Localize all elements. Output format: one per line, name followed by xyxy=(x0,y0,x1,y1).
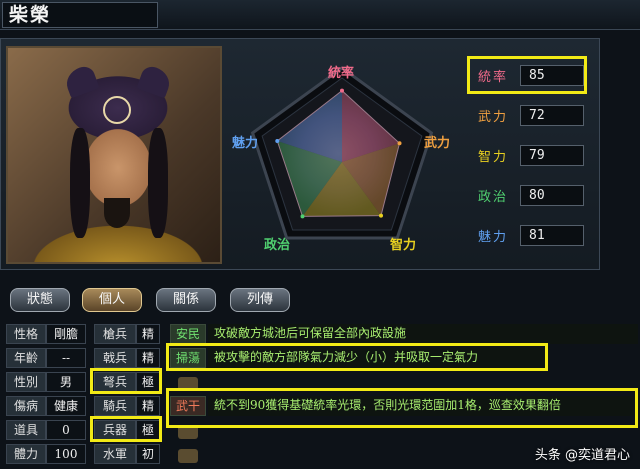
profile-label: 道具 xyxy=(6,420,46,440)
troop-rank: 初 xyxy=(136,444,160,464)
radar-label-charm: 魅力 xyxy=(232,136,259,151)
troop-label: 槍兵 xyxy=(94,324,136,344)
radar-point-2 xyxy=(379,213,384,218)
troop-label: 戟兵 xyxy=(94,348,136,368)
stat-label: 統率 xyxy=(478,70,509,85)
portrait-hat-left xyxy=(62,63,100,99)
radar-label-leadership: 統率 xyxy=(328,66,355,81)
skill-description: 統不到90獲得基礎統率光環，否則光環范圍加1格，巡查效果翻倍 xyxy=(208,396,634,416)
skill-name[interactable]: 掃蕩 xyxy=(170,348,206,368)
portrait-hat-ornament xyxy=(103,96,131,124)
portrait-hair-right xyxy=(148,128,168,238)
profile-label: 性格 xyxy=(6,324,46,344)
profile-value: 剛膽 xyxy=(46,324,86,344)
character-portrait xyxy=(6,46,222,264)
stat-value: 85 xyxy=(520,65,584,86)
portrait-hair-left xyxy=(70,128,90,238)
empty-skill-slot xyxy=(178,425,198,439)
skill-name[interactable]: 安民 xyxy=(170,324,206,344)
radar-label-intelligence: 智力 xyxy=(390,238,417,253)
empty-skill-slot xyxy=(178,449,198,463)
stat-row-politics: 政治 80 xyxy=(472,184,590,208)
radar-point-4 xyxy=(275,138,280,143)
troop-rank: 極 xyxy=(136,372,160,392)
troop-rank: 精 xyxy=(136,324,160,344)
stat-value: 72 xyxy=(520,105,584,126)
radar-point-0 xyxy=(340,88,344,93)
radar-point-3 xyxy=(300,214,305,219)
tab-biography[interactable]: 列傳 xyxy=(230,288,290,312)
profile-label: 傷病 xyxy=(6,396,46,416)
watermark: 头条 @奕道君心 xyxy=(534,448,630,463)
stat-label: 武力 xyxy=(478,110,509,125)
tab-relations[interactable]: 關係 xyxy=(156,288,216,312)
portrait-beard xyxy=(104,198,130,228)
stat-row-intelligence: 智力 79 xyxy=(472,144,590,168)
profile-value: 0 xyxy=(46,420,86,440)
skill-name[interactable]: 武干 xyxy=(170,396,206,416)
radar-label-politics: 政治 xyxy=(264,238,291,253)
stat-label: 智力 xyxy=(478,150,509,165)
stat-row-charm: 魅力 81 xyxy=(472,224,590,248)
troop-rank: 極 xyxy=(136,420,160,440)
stat-value: 80 xyxy=(520,185,584,206)
profile-label: 體力 xyxy=(6,444,46,464)
stat-label: 魅力 xyxy=(478,230,509,245)
portrait-hat-right xyxy=(136,63,174,99)
stat-row-war: 武力 72 xyxy=(472,104,590,128)
tab-status[interactable]: 狀態 xyxy=(10,288,70,312)
empty-skill-slot xyxy=(178,377,198,391)
radar-label-war: 武力 xyxy=(424,136,451,151)
profile-value: 男 xyxy=(46,372,86,392)
stat-label: 政治 xyxy=(478,190,509,205)
skill-description: 被攻擊的敵方部隊氣力減少（小）并吸取一定氣力 xyxy=(208,348,546,368)
troop-label: 水軍 xyxy=(94,444,136,464)
stat-row-leadership: 統率 85 xyxy=(472,64,590,88)
profile-label: 性別 xyxy=(6,372,46,392)
skill-description: 攻破敵方城池后可保留全部內政設施 xyxy=(208,324,638,344)
troop-rank: 精 xyxy=(136,396,160,416)
profile-value: 健康 xyxy=(46,396,86,416)
profile-value: -- xyxy=(46,348,86,368)
tab-personal[interactable]: 個人 xyxy=(82,288,142,312)
troop-label: 兵器 xyxy=(94,420,136,440)
troop-label: 騎兵 xyxy=(94,396,136,416)
stat-value: 79 xyxy=(520,145,584,166)
profile-label: 年齡 xyxy=(6,348,46,368)
troop-label: 弩兵 xyxy=(94,372,136,392)
profile-value: 100 xyxy=(46,444,86,464)
radar-point-1 xyxy=(397,141,402,146)
stat-radar-chart: 統率 武力 智力 政治 魅力 xyxy=(224,46,460,266)
troop-rank: 精 xyxy=(136,348,160,368)
tab-bar: 狀態 個人 關係 列傳 xyxy=(0,288,640,314)
stats-column: 統率 85 武力 72 智力 79 政治 80 魅力 81 xyxy=(462,44,596,266)
stat-value: 81 xyxy=(520,225,584,246)
character-name: 柴榮 xyxy=(2,2,158,28)
